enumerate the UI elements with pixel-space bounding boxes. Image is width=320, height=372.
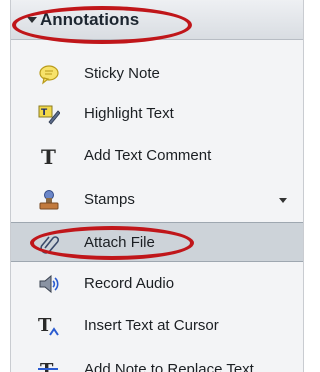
svg-text:T: T — [40, 360, 54, 372]
insert-text-icon: T — [38, 315, 59, 336]
paperclip-icon — [40, 236, 60, 254]
record-audio-label: Record Audio — [84, 275, 175, 292]
insert-text-at-cursor-label: Insert Text at Cursor — [84, 317, 219, 334]
sticky-note-label: Sticky Note — [84, 65, 160, 82]
svg-text:T: T — [41, 145, 56, 167]
svg-text:T: T — [38, 315, 52, 336]
svg-text:T: T — [41, 108, 48, 118]
text-comment-icon: T — [41, 145, 56, 167]
highlight-text-tool[interactable]: T Highlight Text — [11, 94, 303, 134]
sticky-note-icon — [39, 65, 59, 85]
stamp-icon — [39, 190, 59, 210]
add-note-to-replace-text-tool[interactable]: T Add Note to Replace Text — [11, 350, 303, 372]
replace-text-icon: T — [38, 360, 58, 372]
attach-file-label: Attach File — [84, 234, 155, 251]
insert-text-at-cursor-tool[interactable]: T Insert Text at Cursor — [11, 306, 303, 346]
speaker-icon — [39, 274, 59, 294]
highlight-text-icon: T — [38, 105, 60, 125]
sticky-note-tool[interactable]: Sticky Note — [11, 54, 303, 94]
stamps-tool[interactable]: Stamps — [11, 180, 303, 220]
highlight-text-label: Highlight Text — [84, 105, 174, 122]
annotations-section-header[interactable]: Annotations — [11, 0, 303, 40]
add-text-comment-label: Add Text Comment — [84, 147, 212, 164]
record-audio-tool[interactable]: Record Audio — [11, 264, 303, 304]
chevron-down-icon[interactable] — [279, 198, 287, 203]
attach-file-tool[interactable]: Attach File — [11, 222, 303, 262]
add-text-comment-tool[interactable]: T Add Text Comment — [11, 136, 303, 176]
annotations-panel: Annotations Sticky Note T Highlight Text… — [10, 0, 304, 372]
stamps-label: Stamps — [84, 191, 135, 208]
section-title: Annotations — [40, 10, 140, 29]
add-note-to-replace-text-label: Add Note to Replace Text — [84, 361, 254, 372]
collapse-triangle-icon[interactable] — [27, 17, 37, 23]
